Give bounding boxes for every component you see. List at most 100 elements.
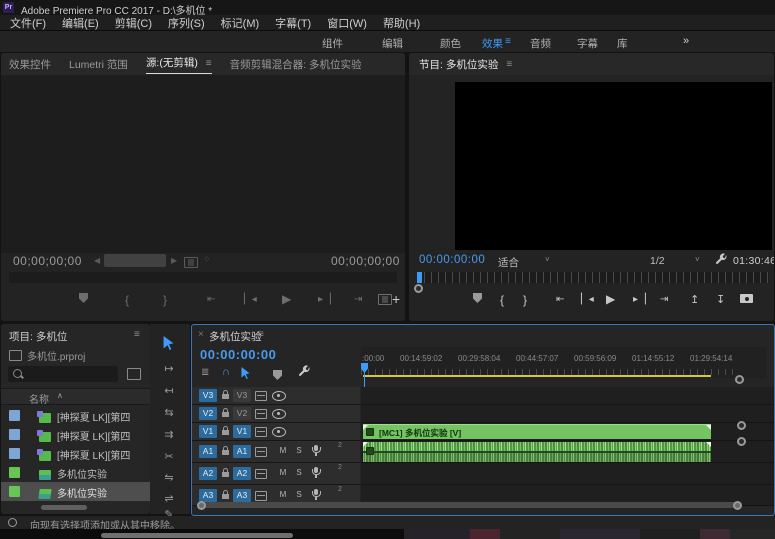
program-play-button[interactable]: ▶ (606, 292, 615, 306)
razor-tool[interactable]: ✂ (152, 450, 186, 463)
track-target-a1[interactable]: A1 (233, 445, 251, 458)
tab-source-monitor[interactable]: 源:(无剪辑) ≡ (145, 55, 212, 74)
source-patch-v2[interactable]: V2 (199, 407, 217, 420)
project-item-name[interactable]: 多机位实验 (57, 466, 147, 481)
project-item-name[interactable]: [神探夏 LK][第四 (57, 428, 147, 443)
program-mark-out-button[interactable]: } (523, 293, 527, 307)
track-lock-icon[interactable] (222, 468, 229, 477)
timeline-nest-toggle-icon[interactable]: ≣ (201, 367, 209, 378)
solo-button[interactable]: S (293, 489, 305, 501)
source-add-marker-button[interactable] (79, 293, 88, 306)
source-scrubber-bar[interactable] (9, 272, 397, 283)
sync-lock-icon[interactable] (255, 427, 267, 437)
program-scrubber-bar[interactable] (417, 272, 769, 283)
tab-lumetri-scopes[interactable]: Lumetri 范围 (69, 57, 128, 72)
tab-audio-clip-mixer[interactable]: 音频剪辑混合器: 多机位实验 (230, 57, 362, 72)
label-color-swatch[interactable] (9, 410, 20, 421)
source-timecode-current[interactable]: 00;00;00;00 (13, 254, 82, 268)
video-clip-v1[interactable]: [MC1] 多机位实验 [V] (363, 424, 711, 439)
project-horizontal-scrollbar[interactable] (41, 505, 87, 510)
workspace-tab-assembly[interactable]: 组件 (322, 36, 343, 51)
program-zoom-handle-left[interactable] (414, 284, 423, 293)
program-goto-out-button[interactable]: ⇥ (660, 294, 668, 305)
sync-lock-icon[interactable] (255, 391, 267, 401)
track-lock-icon[interactable] (222, 490, 229, 499)
timeline-snap-icon[interactable]: ∩ (222, 366, 230, 378)
source-patch-v1[interactable]: V1 (199, 425, 217, 438)
project-file-name[interactable]: 多机位.prproj (27, 348, 85, 363)
clip-trim-handle-right[interactable] (706, 425, 711, 430)
program-extract-button[interactable]: ↧ (716, 293, 725, 306)
program-zoom-chevron-icon[interactable]: ˅ (545, 255, 550, 264)
vertical-scroll-handle-top[interactable] (737, 421, 746, 430)
scrollbar-handle-right[interactable] (733, 501, 742, 510)
audio-clip-a1[interactable] (363, 442, 711, 462)
track-target-v2[interactable]: V2 (233, 407, 251, 420)
timeline-tab-label[interactable]: 多机位实验 (209, 329, 262, 344)
source-patch-v3[interactable]: V3 (199, 389, 217, 402)
workspace-tab-color[interactable]: 颜色 (440, 36, 461, 51)
project-search-input[interactable] (26, 367, 118, 381)
work-area-bar[interactable] (363, 375, 711, 377)
scrollbar-handle-left[interactable] (197, 501, 206, 510)
rolling-edit-tool[interactable]: ⇆ (152, 406, 186, 419)
slide-tool[interactable]: ⇌ (152, 492, 186, 505)
track-lock-icon[interactable] (222, 446, 229, 455)
tab-effect-controls[interactable]: 效果控件 (9, 57, 51, 72)
program-playhead[interactable] (417, 272, 422, 283)
menu-sequence[interactable]: 序列(S) (164, 15, 209, 31)
mute-button[interactable]: M (277, 467, 289, 479)
mute-button[interactable]: M (277, 489, 289, 501)
sync-lock-icon[interactable] (255, 469, 267, 479)
program-zoom-select[interactable]: 适合 (498, 255, 519, 270)
program-goto-in-button[interactable]: ⇤ (556, 294, 564, 305)
sync-lock-icon[interactable] (255, 491, 267, 501)
vertical-scroll-handle-bottom[interactable] (737, 437, 746, 446)
track-select-forward-tool[interactable]: ↦ (152, 362, 186, 375)
program-mark-in-button[interactable]: { (500, 293, 504, 307)
ripple-edit-tool[interactable]: ↤ (152, 384, 186, 397)
source-settings-icon[interactable] (184, 255, 198, 273)
voiceover-record-mic-icon[interactable] (311, 467, 321, 478)
label-color-swatch[interactable] (9, 448, 20, 459)
program-export-frame-button[interactable] (740, 294, 753, 306)
timeline-linked-selection-icon[interactable] (241, 366, 250, 384)
timeline-zoom-handle-right[interactable] (735, 375, 744, 384)
track-lock-icon[interactable] (222, 426, 229, 435)
sort-ascending-icon[interactable]: ∧ (57, 391, 63, 400)
menu-clip[interactable]: 剪辑(C) (111, 15, 156, 31)
source-insert-button[interactable] (378, 294, 392, 308)
project-row-multicam-selected[interactable]: 多机位实验 (1, 482, 150, 501)
menu-edit[interactable]: 编辑(E) (58, 15, 103, 31)
solo-button[interactable]: S (293, 467, 305, 479)
rate-stretch-tool[interactable]: ⇉ (152, 428, 186, 441)
source-prev-edit-icon[interactable]: ◀ (94, 256, 100, 265)
project-list-view-icon[interactable] (127, 368, 141, 380)
program-resolution-select[interactable]: 1/2 (650, 255, 665, 267)
column-name-header[interactable]: 名称 (29, 391, 49, 406)
voiceover-record-mic-icon[interactable] (311, 445, 321, 456)
program-add-marker-button[interactable] (473, 293, 482, 306)
program-settings-wrench-icon[interactable] (715, 253, 728, 266)
mute-button[interactable]: M (277, 445, 289, 457)
menu-file[interactable]: 文件(F) (6, 15, 50, 31)
project-row-clip1[interactable]: [神探夏 LK][第四 (1, 406, 150, 425)
project-row-clip3[interactable]: [神探夏 LK][第四 (1, 444, 150, 463)
timeline-add-marker-icon[interactable] (273, 367, 282, 385)
sync-lock-icon[interactable] (255, 409, 267, 419)
timeline-timecode[interactable]: 00:00:00:00 (200, 347, 276, 362)
program-resolution-chevron-icon[interactable]: ˅ (695, 255, 700, 264)
source-patch-a1[interactable]: A1 (199, 445, 217, 458)
source-patch-a2[interactable]: A2 (199, 467, 217, 480)
tab-program-monitor[interactable]: 节目: 多机位实验 (419, 57, 498, 72)
timeline-horizontal-scrollbar[interactable] (201, 502, 737, 508)
project-item-name[interactable]: [神探夏 LK][第四 (57, 447, 147, 462)
track-content-v2[interactable] (361, 405, 774, 423)
project-row-sequence[interactable]: 多机位实验 (1, 463, 150, 482)
track-output-eye-icon[interactable] (272, 427, 286, 437)
track-output-eye-icon[interactable] (272, 391, 286, 401)
project-item-name[interactable]: 多机位实验 (57, 485, 147, 500)
workspace-tab-menu-icon[interactable]: ≡ (505, 36, 511, 47)
program-step-forward-button[interactable]: ▸▕ (633, 294, 646, 305)
track-target-a2[interactable]: A2 (233, 467, 251, 480)
